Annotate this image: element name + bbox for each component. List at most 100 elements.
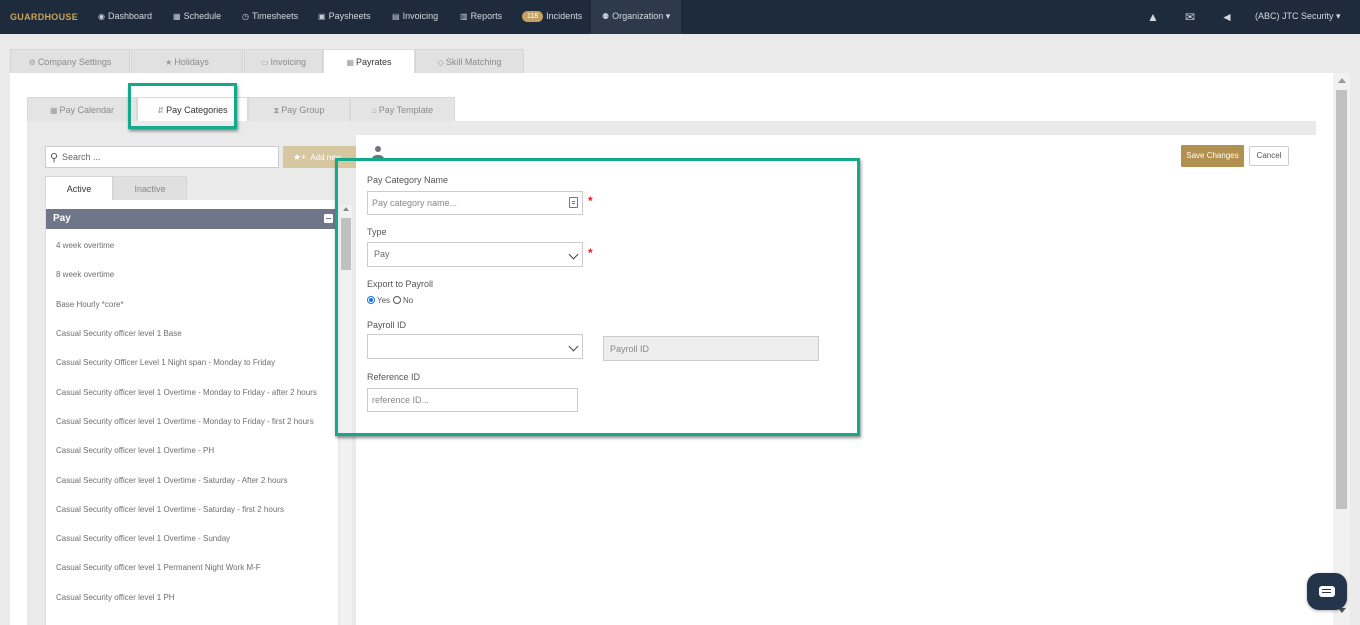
export-no-radio[interactable] (393, 296, 401, 304)
nav-invoicing[interactable]: ▤ Invoicing (392, 0, 438, 34)
calendar-icon: ▦ (346, 58, 355, 67)
payroll-id-select[interactable] (367, 334, 583, 359)
subtab-label: Pay Calendar (59, 105, 115, 115)
hourglass-icon: ⧗ (273, 106, 280, 115)
tab-inactive[interactable]: Inactive (113, 176, 187, 200)
subtab-pay-group[interactable]: ⧗ Pay Group (248, 97, 350, 121)
caret-down-icon: ▾ (1336, 11, 1341, 21)
list-item[interactable]: Casual Security Officer Level 1 Night sp… (56, 358, 275, 367)
list-item[interactable]: Casual Security officer level 1 Overtime… (56, 476, 288, 485)
nav-schedule-label: Schedule (183, 11, 222, 21)
sort-icon: ⇵ (157, 106, 165, 115)
group-header-pay[interactable]: Pay (46, 209, 338, 229)
search-icon: ⚲ (50, 152, 59, 164)
scroll-up-arrow-icon[interactable] (1338, 78, 1346, 83)
gear-icon: ⚙ (28, 58, 36, 67)
subtab-pay-calendar[interactable]: ▦ Pay Calendar (27, 97, 137, 121)
list-item[interactable]: Casual Security officer level 1 Permanen… (56, 563, 261, 572)
star-icon: ★ (165, 58, 173, 67)
subtab-pay-categories[interactable]: ⇵ Pay Categories (137, 97, 248, 121)
tab-skill-matching[interactable]: ◇ Skill Matching (415, 49, 524, 73)
search-box: ⚲ (45, 146, 279, 168)
export-no-label: No (403, 296, 414, 305)
tab-active[interactable]: Active (45, 176, 113, 200)
payroll-id-label: Payroll ID (367, 320, 407, 330)
tab-label: Payrates (356, 57, 392, 67)
list-item[interactable]: Casual Security officer level 1 Overtime… (56, 417, 314, 426)
tab-label: Invoicing (270, 57, 307, 67)
list-item[interactable]: Casual Security officer level 1 PH (56, 593, 175, 602)
nav-schedule[interactable]: ▦ Schedule (173, 0, 221, 34)
nav-incidents[interactable]: 118 Incidents (522, 0, 582, 34)
users-icon: ⚉ (602, 12, 610, 21)
tab-payrates[interactable]: ▦ Payrates (323, 49, 415, 74)
nav-incidents-label: Incidents (546, 11, 583, 21)
list-item[interactable]: Casual Security officer level 1 Base (56, 329, 182, 338)
account-dropdown[interactable]: (ABC) JTC Security ▾ (1255, 0, 1341, 34)
megaphone-icon[interactable]: ◄ (1221, 0, 1233, 34)
caret-down-icon: ▾ (665, 11, 671, 21)
list-item[interactable]: 4 week overtime (56, 241, 114, 250)
list-item[interactable]: Base Hourly *core* (56, 300, 124, 309)
nav-organization-dropdown[interactable]: ⚉ Organization ▾ (591, 0, 682, 34)
subtab-label: Pay Template (378, 105, 434, 115)
search-input[interactable] (62, 148, 274, 166)
user-icon (372, 146, 384, 159)
list-item[interactable]: Casual Security officer level 1 Overtime… (56, 505, 284, 514)
pay-category-list (45, 200, 338, 625)
nav-paysheets[interactable]: ▣ Paysheets (318, 0, 371, 34)
add-new-button[interactable]: ★+ Add new (283, 146, 356, 168)
subtab-pay-template[interactable]: ⌂ Pay Template (350, 97, 455, 121)
reference-id-input[interactable] (367, 388, 578, 412)
list-item[interactable]: Casual Security officer level 1 Overtime… (56, 388, 317, 397)
tab-label: Skill Matching (445, 57, 502, 67)
tab-company-settings[interactable]: ⚙ Company Settings (10, 49, 130, 73)
type-select[interactable]: Pay (367, 242, 583, 267)
cancel-button[interactable]: Cancel (1249, 146, 1289, 166)
export-yes-radio[interactable] (367, 296, 375, 304)
calendar-icon: ▦ (49, 106, 58, 115)
tab-label: Company Settings (37, 57, 112, 67)
list-item[interactable]: Casual Security officer level 1 Overtime… (56, 534, 230, 543)
save-changes-button[interactable]: Save Changes (1181, 145, 1244, 167)
pay-category-name-input[interactable] (367, 191, 583, 215)
required-marker: * (588, 194, 593, 208)
subtab-label: Pay Group (281, 105, 325, 115)
add-new-label: Add new (310, 153, 342, 162)
star-plus-icon: ★+ (293, 152, 307, 162)
nav-timesheets-label: Timesheets (251, 11, 299, 21)
nav-invoicing-label: Invoicing (402, 11, 439, 21)
nav-paysheets-label: Paysheets (328, 11, 371, 21)
invoice-icon: ▭ (260, 58, 269, 67)
payroll-id-input[interactable] (603, 336, 819, 361)
chevron-down-icon (568, 341, 579, 352)
bank-icon: ⌂ (371, 106, 377, 115)
tab-invoicing[interactable]: ▭ Invoicing (244, 49, 323, 73)
id-card-icon (569, 197, 578, 208)
app-logo[interactable]: GUARDHOUSE (10, 12, 78, 22)
collapse-icon[interactable] (324, 214, 333, 223)
money-icon: ▣ (318, 12, 326, 21)
nav-dashboard-label: Dashboard (107, 11, 153, 21)
chat-icon[interactable] (1319, 586, 1335, 597)
scroll-up-arrow-icon[interactable] (343, 207, 349, 211)
type-label: Type (367, 227, 387, 237)
list-item[interactable]: Casual Security officer level 1 Overtime… (56, 446, 214, 455)
list-item[interactable]: 8 week overtime (56, 270, 114, 279)
nav-reports[interactable]: ▥ Reports (460, 0, 502, 34)
graduation-cap-icon[interactable]: ▲ (1147, 0, 1159, 34)
nav-organization-label: Organization (612, 11, 664, 21)
required-marker: * (588, 246, 593, 260)
export-to-payroll-label: Export to Payroll (367, 279, 434, 289)
tab-label: Holidays (174, 57, 209, 67)
calendar-icon: ▦ (173, 12, 181, 21)
table-icon: ▥ (460, 12, 468, 21)
tab-holidays[interactable]: ★ Holidays (131, 49, 243, 73)
chevron-down-icon (568, 249, 579, 260)
top-navbar: GUARDHOUSE ◉ Dashboard ▦ Schedule ◷ Timeshe… (0, 0, 1360, 34)
page-scrollbar-thumb[interactable] (1336, 90, 1347, 509)
list-scrollbar-thumb[interactable] (341, 218, 351, 270)
envelope-icon[interactable]: ✉ (1185, 0, 1195, 34)
nav-dashboard[interactable]: ◉ Dashboard (98, 0, 152, 34)
nav-timesheets[interactable]: ◷ Timesheets (242, 0, 298, 34)
